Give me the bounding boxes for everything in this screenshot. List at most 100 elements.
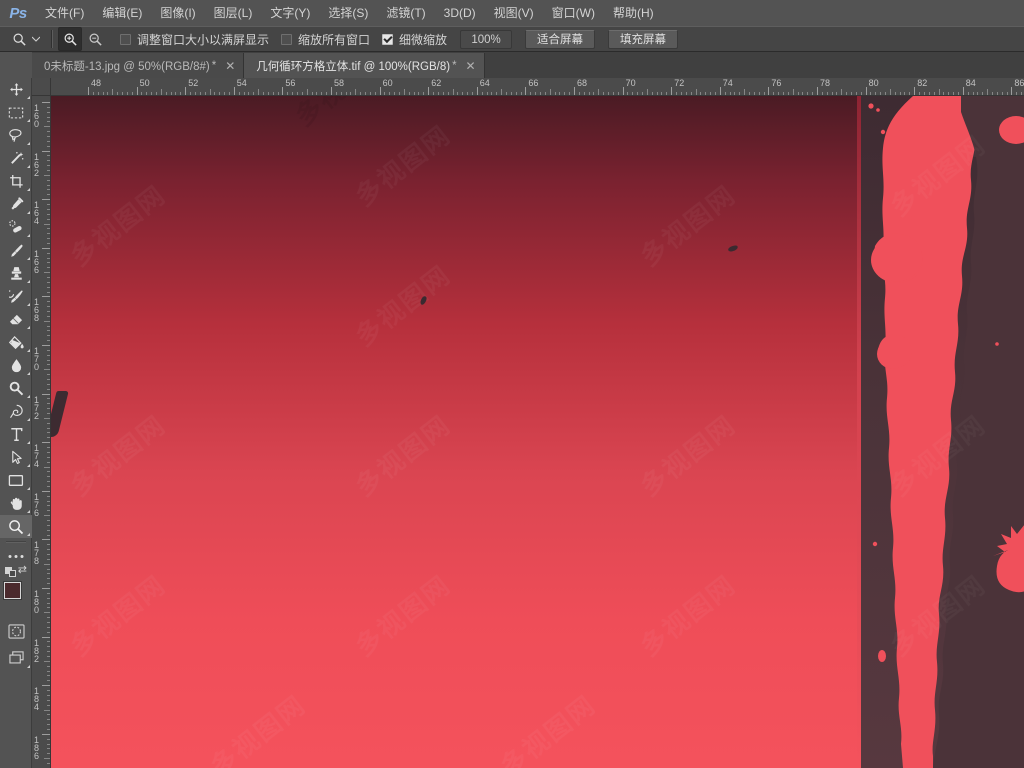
rectangle-tool[interactable]	[0, 469, 32, 492]
zoom-level-field[interactable]: 100%	[460, 29, 513, 49]
fill-screen-button[interactable]: 填充屏幕	[608, 29, 679, 49]
ruler-tick-minor	[47, 568, 50, 570]
watermark: 多视图网	[61, 175, 172, 273]
active-tool-preset-picker[interactable]	[6, 28, 44, 50]
zoom-in-button[interactable]	[58, 27, 82, 51]
menu-filter[interactable]: 滤镜(T)	[377, 0, 434, 26]
ruler-tick-minor	[248, 92, 250, 95]
clone-stamp-tool[interactable]	[0, 262, 32, 285]
edit-toolbar-button[interactable]	[0, 548, 32, 564]
tool-group-corner-icon	[27, 665, 30, 668]
pen-icon	[9, 404, 23, 418]
chevron-down-icon[interactable]	[30, 28, 42, 50]
menu-help[interactable]: 帮助(H)	[604, 0, 663, 26]
ruler-tick-minor	[287, 92, 289, 95]
ruler-tick-minor	[47, 364, 50, 366]
zoom-out-button[interactable]	[83, 27, 107, 51]
ruler-tick-minor	[418, 92, 420, 95]
menu-file[interactable]: 文件(F)	[36, 0, 93, 26]
quick-mask-toggle[interactable]	[0, 618, 32, 644]
eraser-tool[interactable]	[0, 308, 32, 331]
quick-selection-tool[interactable]	[0, 147, 32, 170]
vertical-ruler[interactable]: 160 162 164 166 168 170 172 174 176 178 180 182 184 1…	[32, 96, 51, 768]
document-artwork[interactable]: 多视图网 多视图网 多视图网 多视图网 多视图网 多视图网 多视图网 多视图网 …	[51, 96, 1024, 768]
ruler-tick	[42, 442, 50, 444]
ruler-tick-minor	[47, 267, 50, 269]
ruler-tick-minor	[47, 145, 50, 147]
default-colors-icon-back[interactable]	[9, 570, 16, 577]
menu-edit[interactable]: 编辑(E)	[93, 0, 151, 26]
ruler-tick-minor	[47, 597, 50, 599]
ruler-tick	[719, 87, 721, 95]
screen-mode-toggle[interactable]	[0, 644, 32, 670]
document-tab-untitled-13[interactable]: 0未标题-13.jpg @ 50%(RGB/8#) * ✕	[32, 53, 245, 78]
gradient-tool[interactable]	[0, 331, 32, 354]
ruler-tick-minor	[554, 92, 556, 95]
checkbox-box[interactable]	[120, 33, 131, 45]
foreground-color-swatch[interactable]	[4, 582, 21, 599]
eyedropper-tool[interactable]	[0, 193, 32, 216]
canvas-viewport[interactable]: 多视图网 多视图网 多视图网 多视图网 多视图网 多视图网 多视图网 多视图网 …	[51, 96, 1024, 768]
ruler-tick-minor	[47, 719, 50, 721]
menu-3d[interactable]: 3D(D)	[435, 0, 485, 26]
menu-view[interactable]: 视图(V)	[485, 0, 543, 26]
ruler-tick-minor	[642, 92, 644, 95]
ruler-tick-minor	[47, 310, 50, 312]
ruler-label: 66	[528, 78, 539, 88]
pen-tool[interactable]	[0, 400, 32, 423]
resize-windows-to-fit-checkbox[interactable]: 调整窗口大小以满屏显示	[120, 31, 269, 48]
menu-image[interactable]: 图像(I)	[151, 0, 204, 26]
watermark: 多视图网	[346, 405, 457, 503]
ruler-tick-minor	[47, 437, 50, 439]
lasso-tool[interactable]	[0, 124, 32, 147]
ruler-origin-corner[interactable]	[32, 78, 51, 96]
menu-type[interactable]: 文字(Y)	[261, 0, 319, 26]
scrubby-zoom-checkbox[interactable]: 细微缩放	[382, 31, 447, 48]
ruler-tick	[525, 87, 527, 95]
brush-tool[interactable]	[0, 239, 32, 262]
document-tab-geometric-cube[interactable]: 几何循环方格立体.tif @ 100%(RGB/8) * ✕	[244, 53, 485, 78]
menu-select[interactable]: 选择(S)	[319, 0, 377, 26]
close-icon[interactable]: ✕	[466, 60, 476, 72]
menu-layer[interactable]: 图层(L)	[205, 0, 262, 26]
checkbox-box[interactable]	[281, 33, 293, 45]
magnifier-icon	[8, 28, 30, 50]
ruler-tick-minor	[758, 92, 760, 95]
spot-healing-brush-tool[interactable]	[0, 216, 32, 239]
ruler-tick-minor	[632, 92, 634, 95]
ruler-tick	[136, 87, 138, 95]
ruler-label: 160	[34, 103, 40, 129]
fit-screen-button[interactable]: 适合屏幕	[525, 29, 596, 49]
ruler-tick-minor	[44, 660, 50, 662]
screen-mode-icon	[8, 650, 24, 663]
swap-colors-icon[interactable]: ⇄	[18, 565, 27, 576]
ruler-tick-minor	[860, 92, 862, 95]
zoom-tool[interactable]	[0, 515, 32, 538]
checkbox-box[interactable]	[382, 33, 394, 45]
move-tool[interactable]	[0, 78, 32, 101]
horizontal-type-tool[interactable]	[0, 423, 32, 446]
history-brush-tool[interactable]	[0, 285, 32, 308]
path-selection-tool[interactable]	[0, 446, 32, 469]
horizontal-ruler[interactable]: 48 50 52 54 56 58 60 62 64 66 68 70 72 74 76 78 80 82 84 86	[51, 78, 1024, 96]
close-icon[interactable]: ✕	[225, 60, 235, 72]
ruler-tick-minor	[996, 92, 998, 95]
ruler-tick-minor	[569, 92, 571, 95]
crop-tool[interactable]	[0, 170, 32, 193]
rectangular-marquee-tool[interactable]	[0, 101, 32, 124]
menu-window[interactable]: 窗口(W)	[543, 0, 604, 26]
blur-tool[interactable]	[0, 354, 32, 377]
ruler-tick-minor	[501, 89, 503, 95]
type-icon	[10, 428, 22, 441]
zoom-all-windows-checkbox[interactable]: 缩放所有窗口	[281, 31, 370, 48]
ruler-tick-minor	[47, 286, 50, 288]
ruler-label: 54	[236, 78, 247, 88]
dodge-tool[interactable]	[0, 377, 32, 400]
tool-group-corner-icon	[27, 349, 30, 352]
ruler-tick-minor	[47, 242, 50, 244]
ruler-tick-minor	[219, 92, 221, 95]
hand-tool[interactable]	[0, 492, 32, 515]
ruler-label: 60	[382, 78, 393, 88]
ruler-tick-minor	[47, 447, 50, 449]
ruler-tick-minor	[403, 89, 405, 95]
